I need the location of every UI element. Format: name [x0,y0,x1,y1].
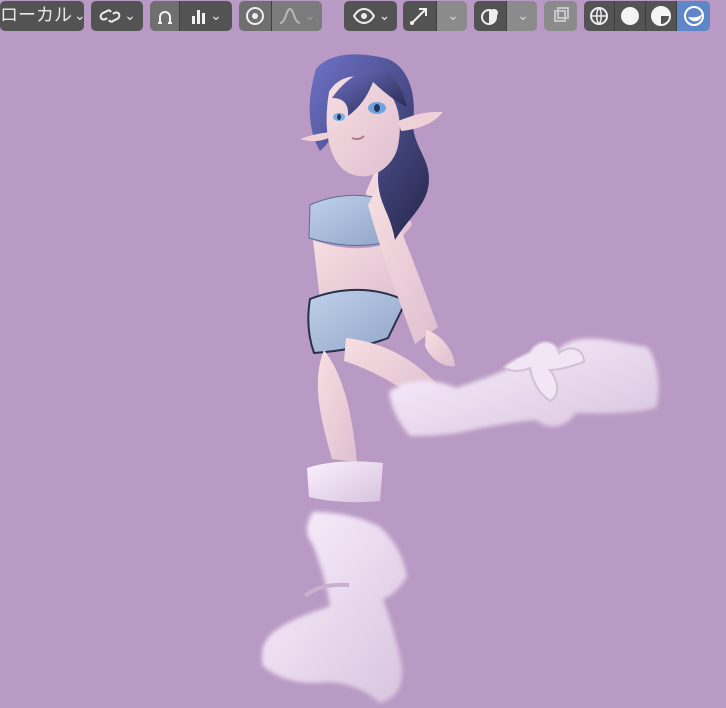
pivot-button[interactable] [239,1,272,31]
toggle-xray-button[interactable] [544,1,577,31]
proportional-edit-button[interactable] [150,1,180,31]
character-scene[interactable] [0,0,726,708]
magnet-icon [157,11,172,24]
3d-viewport[interactable]: ローカル ⌄ ⌄ ⌄ ⌄ ⌄ ⌄ ⌄ [0,0,726,708]
viewport-header: ローカル ⌄ ⌄ ⌄ ⌄ ⌄ ⌄ ⌄ [0,0,726,33]
overlay-icon [481,9,498,25]
solid-shading-button[interactable] [615,1,646,31]
rendered-shading-button[interactable] [677,1,710,31]
chevron-down-icon: ⌄ [517,8,529,24]
gizmo-button[interactable] [403,1,437,31]
bars-icon [192,10,206,24]
circle-icon [621,7,639,25]
link-icon [99,9,121,23]
arrow-icon [409,8,427,25]
transform-orientation-group[interactable]: ローカル ⌄ [0,1,84,31]
chevron-down-icon: ⌄ [304,8,316,24]
gizmo-dropdown[interactable]: ⌄ [437,1,467,31]
curve-icon [279,7,301,24]
chevron-down-icon: ⌄ [378,8,391,24]
snap-button[interactable]: ⌄ [91,1,143,31]
xray-icon [553,7,569,22]
gizmo-group[interactable]: ⌄ [403,1,467,31]
overlay-dropdown[interactable]: ⌄ [507,1,537,31]
pivot-group[interactable]: ⌄ [239,1,322,31]
xray-group[interactable] [544,1,577,31]
view-mode-button[interactable]: ⌄ [344,1,397,31]
view-mode-group[interactable]: ⌄ [344,1,397,31]
eye-icon [352,7,375,25]
material-shading-button[interactable] [646,1,677,31]
proportional-edit-group[interactable]: ⌄ [150,1,232,31]
wireframe-shading-button[interactable] [584,1,615,31]
overlay-group[interactable]: ⌄ [474,1,537,31]
target-icon [246,7,264,25]
chevron-down-icon: ⌄ [210,8,222,24]
bars-dropdown[interactable]: ⌄ [180,1,232,31]
transform-orientation-label: ローカル [0,5,72,26]
chevron-down-icon: ⌄ [124,8,136,24]
chevron-down-icon: ⌄ [74,8,84,24]
falloff-dropdown[interactable]: ⌄ [272,1,322,31]
overlay-button[interactable] [474,1,507,31]
transform-orientation-button[interactable]: ローカル ⌄ [0,1,84,31]
chevron-down-icon: ⌄ [447,8,459,24]
shading-group[interactable] [584,1,710,31]
half-circle-icon [651,6,671,26]
globe-icon [590,7,608,25]
snap-group[interactable]: ⌄ [91,1,143,31]
render-icon [683,6,704,26]
